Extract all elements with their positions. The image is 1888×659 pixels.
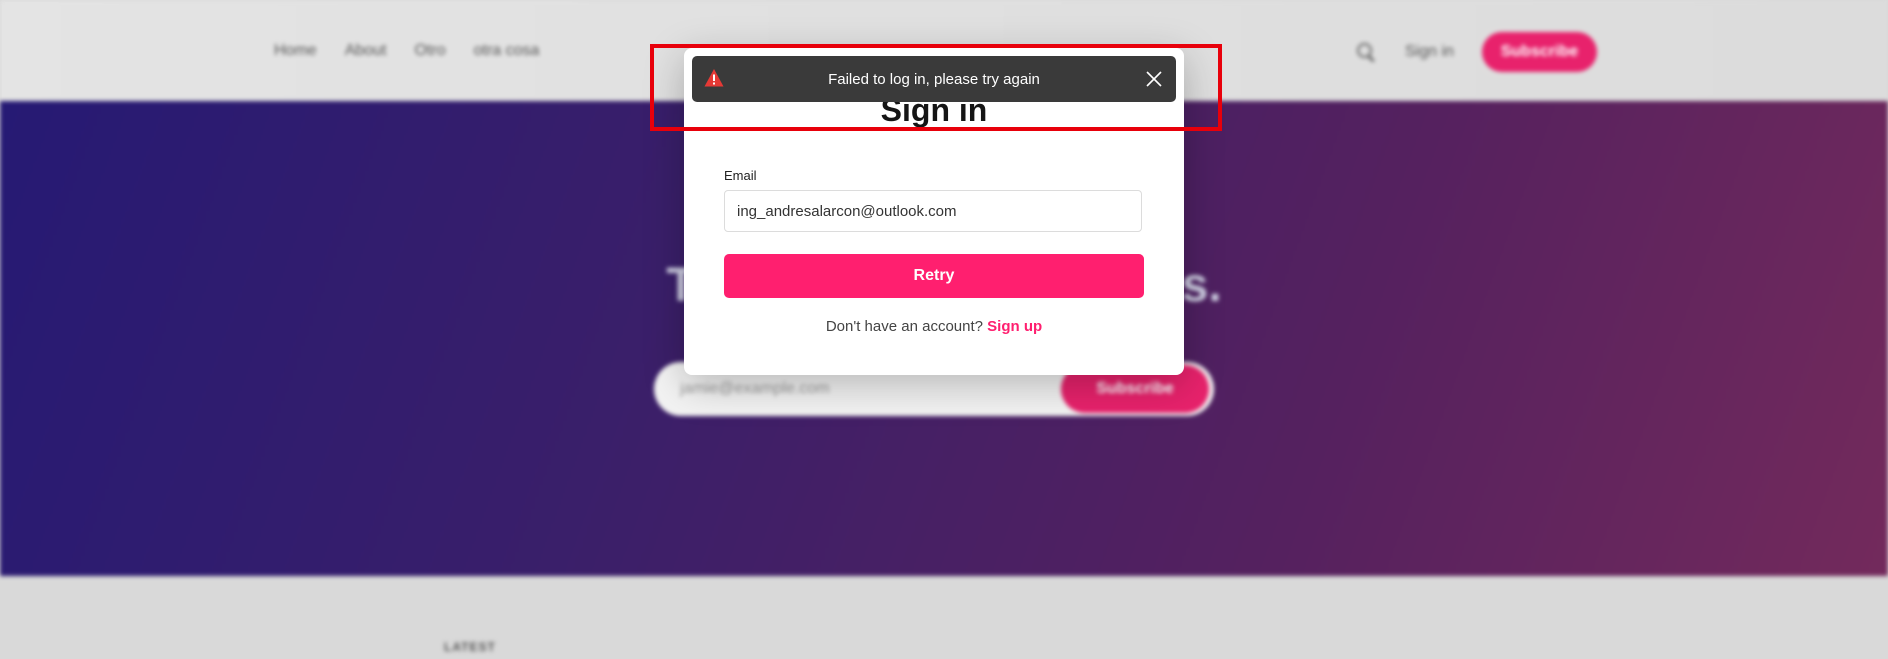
hero-email-input[interactable]: jamie@example.com (680, 380, 830, 398)
signup-link[interactable]: Sign up (987, 318, 1042, 335)
nav-item-about[interactable]: About (345, 42, 387, 60)
latest-heading: LATEST (444, 640, 496, 654)
email-field[interactable] (724, 190, 1142, 232)
header-signin-link[interactable]: Sign in (1405, 43, 1454, 61)
search-icon[interactable] (1355, 41, 1377, 63)
header-subscribe-button[interactable]: Subscribe (1481, 32, 1597, 72)
error-toast: Failed to log in, please try again (692, 56, 1176, 102)
toast-message: Failed to log in, please try again (828, 71, 1040, 88)
header-actions: Sign in Subscribe (1355, 32, 1597, 72)
no-account-text: Don't have an account? (825, 318, 988, 335)
signup-row: Don't have an account? Sign up (684, 318, 1184, 335)
main-nav: Home About Otro otra cosa (274, 42, 539, 60)
retry-button[interactable]: Retry (724, 254, 1144, 298)
nav-item-otro[interactable]: Otro (415, 42, 446, 60)
nav-item-otra-cosa[interactable]: otra cosa (474, 42, 540, 60)
nav-item-home[interactable]: Home (274, 42, 317, 60)
close-icon[interactable] (1145, 70, 1163, 88)
email-label: Email (724, 168, 757, 183)
